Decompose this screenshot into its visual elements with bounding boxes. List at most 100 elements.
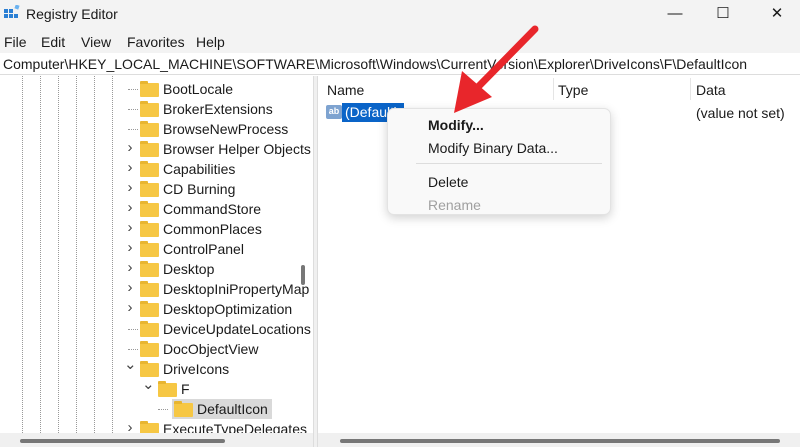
chevron-right-icon[interactable]: ›	[124, 299, 136, 316]
close-button[interactable]: ✕	[762, 4, 792, 24]
tree-item[interactable]: › DesktopOptimization	[0, 299, 312, 319]
chevron-down-icon[interactable]: ⌄	[124, 355, 137, 373]
chevron-right-icon[interactable]: ›	[124, 239, 136, 256]
tree-pane: BootLocale BrokerExtensions BrowseNewProce…	[0, 76, 312, 433]
tree-item[interactable]: › ExecuteTypeDelegates	[0, 419, 312, 433]
tree-item-label: BrowseNewProcess	[163, 121, 289, 137]
chevron-right-icon[interactable]: ›	[124, 259, 136, 276]
red-arrow-annotation	[454, 25, 539, 113]
folder-icon	[140, 141, 159, 157]
tree-item-label: CD Burning	[163, 181, 236, 197]
menu-help[interactable]: Help	[196, 34, 225, 50]
scroll-thumb[interactable]	[20, 439, 225, 443]
chevron-right-icon[interactable]: ›	[124, 159, 136, 176]
folder-icon	[140, 201, 159, 217]
maximize-button[interactable]: ☐	[708, 4, 738, 24]
tree-item-label: CommonPlaces	[163, 221, 262, 237]
value-data: (value not set)	[696, 105, 785, 121]
chevron-right-icon[interactable]: ›	[124, 279, 136, 296]
tree-item-label: DesktopIniPropertyMap	[163, 281, 310, 297]
title-bar: Registry Editor — ☐ ✕	[0, 0, 800, 28]
tree-item[interactable]: › Desktop	[0, 259, 312, 279]
tree-item-label: BootLocale	[163, 81, 234, 97]
folder-icon	[140, 341, 159, 357]
menu-edit[interactable]: Edit	[41, 34, 65, 50]
tree-item[interactable]: › CommonPlaces	[0, 219, 312, 239]
tree-item[interactable]: › DesktopIniPropertyMap	[0, 279, 312, 299]
tree-item-label: BrokerExtensions	[163, 101, 273, 117]
tree-item[interactable]: DefaultIcon	[0, 399, 312, 419]
folder-icon	[140, 161, 159, 177]
menu-bar: File Edit View Favorites Help	[0, 28, 800, 53]
folder-icon	[140, 261, 159, 277]
menu-item-rename: Rename	[428, 197, 481, 213]
tree-item[interactable]: › CD Burning	[0, 179, 312, 199]
chevron-down-icon[interactable]: ⌄	[142, 375, 155, 393]
tree-item[interactable]: › ControlPanel	[0, 239, 312, 259]
menu-view[interactable]: View	[81, 34, 111, 50]
tree-item[interactable]: DocObjectView	[0, 339, 312, 359]
tree-item[interactable]: BrowseNewProcess	[0, 119, 312, 139]
tree-item-label: ExecuteTypeDelegates	[163, 421, 307, 433]
tree-item-label: DesktopOptimization	[163, 301, 293, 317]
menu-item-modify-binary[interactable]: Modify Binary Data...	[428, 140, 558, 156]
menu-favorites[interactable]: Favorites	[127, 34, 185, 50]
folder-icon	[140, 121, 159, 137]
column-header-data[interactable]: Data	[696, 82, 726, 98]
tree-item-label: ControlPanel	[163, 241, 244, 257]
tree-vertical-scrollbar[interactable]	[301, 265, 305, 285]
tree-item-label: Desktop	[163, 261, 215, 277]
folder-icon	[140, 181, 159, 197]
string-value-icon: ab	[326, 105, 342, 119]
tree-connector	[128, 109, 138, 110]
folder-icon	[140, 301, 159, 317]
column-header-name[interactable]: Name	[327, 82, 364, 98]
tree-item-label: DriveIcons	[163, 361, 230, 377]
registry-editor-icon	[4, 5, 20, 18]
tree-item-label: DeviceUpdateLocations	[163, 321, 311, 337]
address-bar[interactable]: Computer\HKEY_LOCAL_MACHINE\SOFTWARE\Mic…	[0, 53, 800, 75]
tree-connector	[128, 349, 138, 350]
tree-item[interactable]: DeviceUpdateLocations	[0, 319, 312, 339]
folder-icon	[158, 381, 177, 397]
tree-connector	[158, 409, 168, 410]
chevron-right-icon[interactable]: ›	[124, 199, 136, 216]
chevron-right-icon[interactable]: ›	[124, 179, 136, 196]
menu-item-delete[interactable]: Delete	[428, 174, 468, 190]
tree-item-label: F	[181, 381, 190, 397]
folder-icon	[174, 401, 193, 417]
tree-item-label: Capabilities	[163, 161, 236, 177]
folder-icon	[140, 281, 159, 297]
tree-item[interactable]: › Capabilities	[0, 159, 312, 179]
tree-item[interactable]: ⌄ DriveIcons	[0, 356, 312, 379]
tree-item-label: CommandStore	[163, 201, 262, 217]
tree-item[interactable]: BrokerExtensions	[0, 99, 312, 119]
chevron-right-icon[interactable]: ›	[124, 139, 136, 156]
folder-icon	[140, 101, 159, 117]
chevron-right-icon[interactable]: ›	[124, 219, 136, 236]
folder-icon	[140, 321, 159, 337]
tree-item[interactable]: BootLocale	[0, 79, 312, 99]
tree-item-label: DefaultIcon	[197, 401, 268, 417]
tree-connector	[128, 89, 138, 90]
tree-item-label: Browser Helper Objects	[163, 141, 311, 157]
tree-item[interactable]: › CommandStore	[0, 199, 312, 219]
window-title: Registry Editor	[26, 6, 118, 22]
list-horizontal-scrollbar[interactable]	[318, 433, 800, 447]
tree-horizontal-scrollbar[interactable]	[0, 433, 313, 447]
tree-item[interactable]: › Browser Helper Objects	[0, 139, 312, 159]
folder-icon	[140, 81, 159, 97]
chevron-right-icon[interactable]: ›	[124, 419, 136, 433]
minimize-button[interactable]: —	[660, 4, 690, 24]
column-divider[interactable]	[690, 78, 691, 100]
tree-connector	[128, 329, 138, 330]
pane-splitter[interactable]	[313, 76, 318, 447]
menu-file[interactable]: File	[4, 34, 27, 50]
tree-item[interactable]: ⌄ F	[0, 376, 312, 399]
scroll-thumb[interactable]	[340, 439, 780, 443]
folder-icon	[140, 221, 159, 237]
column-divider[interactable]	[553, 78, 554, 100]
menu-separator	[416, 163, 602, 164]
folder-icon	[140, 241, 159, 257]
column-header-type[interactable]: Type	[558, 82, 588, 98]
